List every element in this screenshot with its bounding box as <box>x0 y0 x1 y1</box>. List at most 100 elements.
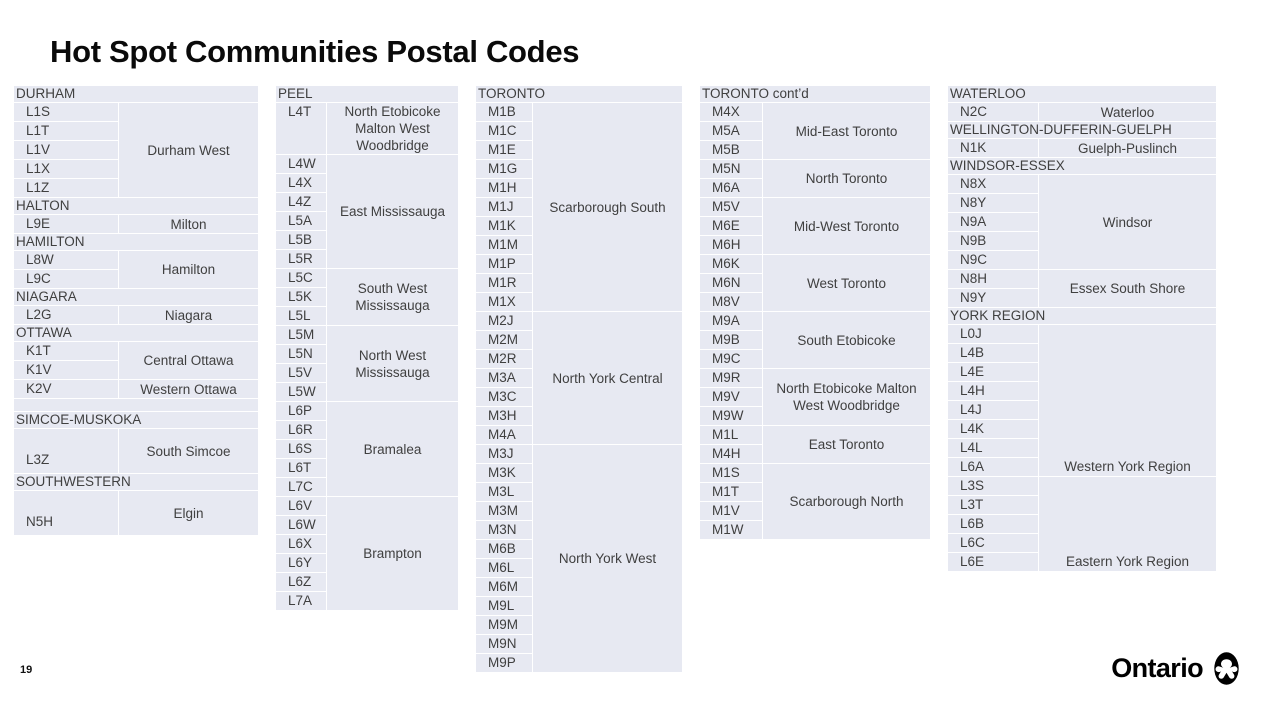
postal-code-cell: M9A <box>700 312 762 331</box>
community-name-cell: North West Mississauga <box>327 326 458 401</box>
postal-code-cell: L6C <box>948 534 1038 553</box>
community-group: M1S M1T M1V M1W Scarborough North <box>700 464 930 540</box>
postal-code-list: L9E <box>14 215 119 233</box>
postal-code-cell: N2C <box>960 104 988 119</box>
postal-code-cell: L6V <box>276 497 326 516</box>
ontario-logo: Ontario <box>1111 652 1243 685</box>
community-group: L0J L4B L4E L4H L4J L4K L4L L6A Western York Reg… <box>948 325 1216 477</box>
postal-code-list: M4X M5A M5B <box>700 103 763 159</box>
postal-code-cell: M1S <box>700 464 762 483</box>
community-name-cell: Scarborough North <box>763 464 930 539</box>
community-name-cell: Milton <box>119 215 258 233</box>
postal-code-cell: M1K <box>476 217 532 236</box>
postal-code-cell: M6K <box>700 255 762 274</box>
community-name-cell: Bramalea <box>327 402 458 496</box>
community-group: L3S L3T L6B L6C L6E Eastern York Region <box>948 477 1216 572</box>
community-name-cell: North Etobicoke Malton West Woodbridge <box>327 103 458 154</box>
postal-code-cell: N9Y <box>960 290 987 305</box>
postal-code-cell: M3J <box>476 445 532 464</box>
postal-code-cell: M9R <box>700 369 762 388</box>
community-name-cell: Elgin <box>119 491 258 535</box>
community-name-cell: Eastern York Region <box>1039 477 1216 571</box>
postal-code-cell: L5R <box>288 251 313 266</box>
postal-code-cell: M9P <box>488 655 516 670</box>
community-group: M3J M3K M3L M3M M3N M6B M6L M6M M9L M9M M9N M9P Nort… <box>476 445 682 673</box>
postal-code-cell: M1C <box>476 122 532 141</box>
community-group: K2V Western Ottawa <box>14 380 258 399</box>
postal-code-cell: L7C <box>288 479 313 494</box>
postal-code-list: N5H <box>14 491 119 535</box>
postal-code-cell: L1Z <box>26 180 50 195</box>
community-group: L9E Milton <box>14 215 258 234</box>
community-name-cell: South Simcoe <box>119 429 258 473</box>
community-group: M1L M4H East Toronto <box>700 426 930 464</box>
community-name-cell: Essex South Shore <box>1039 270 1216 307</box>
community-name-cell: Hamilton <box>119 251 258 288</box>
postal-code-cell: M9W <box>712 408 744 423</box>
region-header: YORK REGION <box>948 308 1216 325</box>
postal-code-list: K2V <box>14 380 119 398</box>
postal-code-cell: M9M <box>476 616 532 635</box>
postal-code-cell: M6L <box>476 559 532 578</box>
postal-code-cell: L6X <box>276 535 326 554</box>
postal-code-cell: L5L <box>288 308 311 323</box>
postal-code-cell: L4B <box>948 344 1038 363</box>
postal-code-cell: L5M <box>276 326 326 345</box>
postal-code-cell: L1V <box>14 141 118 160</box>
postal-code-cell: M6N <box>700 274 762 293</box>
slide-canvas: Hot Spot Communities Postal Codes DURHAM… <box>0 0 1267 712</box>
postal-code-cell: M9B <box>700 331 762 350</box>
postal-code-cell: L5W <box>288 384 316 399</box>
postal-code-cell: L4T <box>288 104 312 119</box>
postal-code-cell: L5N <box>276 345 326 364</box>
postal-code-list: L8W L9C <box>14 251 119 288</box>
postal-code-cell: L6B <box>948 515 1038 534</box>
postal-code-cell: M1P <box>476 255 532 274</box>
postal-code-list: M1L M4H <box>700 426 763 463</box>
community-group: N8X N8Y N9A N9B N9C Windsor <box>948 175 1216 270</box>
postal-code-cell: L6T <box>276 459 326 478</box>
postal-code-cell: M2R <box>476 350 532 369</box>
postal-code-cell: L7A <box>288 593 313 608</box>
table-column-peel: PEEL L4T North Etobicoke Malton West Woodb… <box>276 86 458 611</box>
postal-code-list: L5M L5N L5V L5W <box>276 326 327 401</box>
region-header: HALTON <box>14 198 258 215</box>
postal-code-cell: M3N <box>476 521 532 540</box>
postal-code-cell: M4A <box>488 427 516 442</box>
postal-code-list: M6K M6N M8V <box>700 255 763 311</box>
community-group: N2C Waterloo <box>948 103 1216 122</box>
postal-code-cell: M5A <box>700 122 762 141</box>
community-group: L2G Niagara <box>14 306 258 325</box>
community-group: L3Z South Simcoe <box>14 429 258 474</box>
region-header: WINDSOR-ESSEX <box>948 158 1216 175</box>
community-name-cell: Central Ottawa <box>119 342 258 379</box>
postal-code-cell: L5A <box>276 212 326 231</box>
community-name-cell: North Etobicoke Malton West Woodbridge <box>763 369 930 425</box>
postal-code-list: L2G <box>14 306 119 324</box>
community-group: L6V L6W L6X L6Y L6Z L7A Brampton <box>276 497 458 611</box>
postal-code-cell: L4W <box>276 155 326 174</box>
postal-code-cell: L8W <box>14 251 118 270</box>
postal-code-cell: M1M <box>476 236 532 255</box>
postal-code-cell: L5V <box>276 364 326 383</box>
community-group: L4T North Etobicoke Malton West Woodbridg… <box>276 103 458 155</box>
postal-code-cell: K2V <box>26 381 52 396</box>
community-name-cell: South Etobicoke <box>763 312 930 368</box>
postal-code-list: L3Z <box>14 429 119 473</box>
postal-code-list: N8X N8Y N9A N9B N9C <box>948 175 1039 269</box>
postal-code-list: M9R M9V M9W <box>700 369 763 425</box>
postal-code-list: M5V M6E M6H <box>700 198 763 254</box>
community-group: M9R M9V M9W North Etobicoke Malton West Woo… <box>700 369 930 426</box>
postal-code-cell: L9E <box>26 216 51 231</box>
postal-code-cell: M3M <box>476 502 532 521</box>
postal-code-list: M2J M2M M2R M3A M3C M3H M4A <box>476 312 533 444</box>
ontario-wordmark: Ontario <box>1111 653 1203 683</box>
postal-code-cell: M3L <box>476 483 532 502</box>
postal-code-cell: L1T <box>14 122 118 141</box>
postal-code-list: L5C L5K L5L <box>276 269 327 325</box>
postal-code-cell: N8X <box>948 175 1038 194</box>
community-group: M9A M9B M9C South Etobicoke <box>700 312 930 369</box>
community-name-cell: North York West <box>533 445 682 672</box>
community-name-cell: East Mississauga <box>327 155 458 268</box>
postal-code-cell: M6B <box>476 540 532 559</box>
